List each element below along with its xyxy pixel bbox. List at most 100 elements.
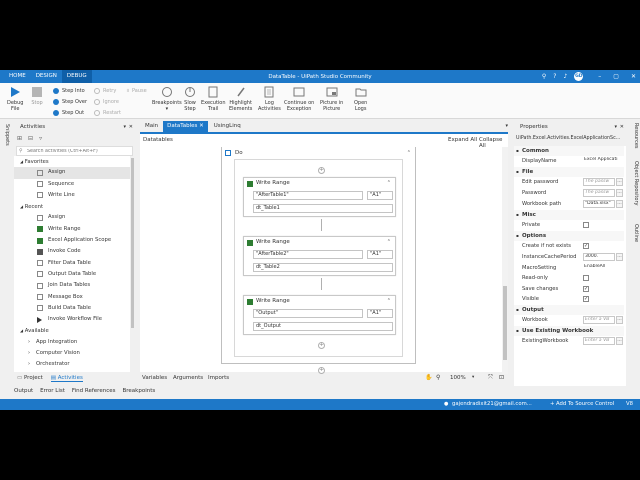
help-icon[interactable]: ? [553,73,556,80]
pin-icon[interactable]: ▾ [614,124,617,130]
recent-invoke-workflow-file[interactable]: Invoke Workflow File [14,314,130,325]
notification-icon[interactable]: ♪ [563,73,567,80]
restart-button[interactable]: Restart [94,108,121,118]
close-icon[interactable]: ✕ [199,123,204,129]
prop-value[interactable]: EnableAll [583,264,615,272]
tab-output[interactable]: Output [14,388,33,398]
tab-breakpoints[interactable]: Breakpoints [122,388,155,398]
log-activities-button[interactable]: Log Activities [258,86,281,112]
collapse-icon[interactable]: ⌃ [387,178,391,189]
canvas-scrollbar[interactable] [502,147,508,374]
status-user[interactable]: gajendradixit21@gmail.com... [452,399,532,410]
ellipsis-button[interactable]: … [616,253,623,262]
close-icon[interactable]: ✕ [620,124,624,130]
breadcrumb[interactable]: Datatables [143,137,173,143]
prop-existing-workbook[interactable]: ExistingWorkbook Enter a VB… [514,336,624,347]
recent-message-box[interactable]: Message Box [14,292,130,303]
prop-value[interactable]: "Data.xlsx" [583,200,615,209]
tab-find-references[interactable]: Find References [72,388,116,398]
start-cell-field[interactable]: "A1" [367,309,393,318]
private-checkbox[interactable] [583,222,589,229]
collapse-icon[interactable]: ⌃ [407,150,411,156]
object-repository-tab[interactable]: Object Repository [633,161,639,205]
fit-screen-icon[interactable]: ⤧ [488,374,493,382]
write-range-activity[interactable]: Write Range ⌃ "Output" "A1" dt_Output [243,295,396,335]
section-output[interactable]: ▪ Output [514,305,624,315]
sheet-name-field[interactable]: "AfterTable1" [253,191,363,200]
tab-home[interactable]: HOME [4,70,31,83]
add-to-source-control[interactable]: Add To Source Control [556,399,614,410]
group-recent[interactable]: ◢ Recent [14,201,130,212]
tab-imports[interactable]: Imports [208,375,229,381]
pin-icon[interactable]: ▾ [123,124,126,130]
filter-icon[interactable]: ⚲ [542,73,546,80]
group-available[interactable]: ◢ Available [14,325,130,336]
tab-variables[interactable]: Variables [142,375,167,381]
execution-trail-button[interactable]: Execution Trail [201,86,226,112]
search-input[interactable] [27,147,131,155]
favorite-sequence[interactable]: Sequence [14,179,130,190]
readonly-checkbox[interactable] [583,275,589,282]
ellipsis-button[interactable]: … [616,316,623,325]
breakpoints-button[interactable]: Breakpoints ▾ [152,86,182,112]
prop-private[interactable]: Private [514,220,624,231]
prop-read-only[interactable]: Read-only [514,273,624,284]
prop-display-name[interactable]: DisplayName Excel Applicati [514,156,624,167]
prop-save-changes[interactable]: Save changes ✓ [514,284,624,295]
available-computer-vision[interactable]: › Computer Vision [14,348,130,359]
chevron-down-icon[interactable]: ▾ [472,375,474,380]
section-options[interactable]: ▪ Options [514,231,624,241]
retry-button[interactable]: Retry [94,86,116,96]
step-out-button[interactable]: Step Out [53,108,84,118]
resources-tab[interactable]: Resources [633,123,639,149]
datatable-field[interactable]: dt_Table2 [253,263,393,272]
available-app-integration[interactable]: › App Integration [14,337,130,348]
prop-value[interactable]: Excel Applicati [583,157,623,165]
recent-output-data-table[interactable]: Output Data Table [14,269,130,280]
recent-build-data-table[interactable]: Build Data Table [14,303,130,314]
tab-debug[interactable]: DEBUG [61,70,92,83]
favorite-write-line[interactable]: Write Line [14,190,130,201]
snippets-tab[interactable]: Snippets [4,124,10,146]
recent-join-data-tables[interactable]: Join Data Tables [14,280,130,291]
ellipsis-button[interactable]: … [616,337,623,346]
prop-workbook-path[interactable]: Workbook path "Data.xlsx"… [514,199,624,210]
tab-usinglinq[interactable]: UsingLinq [208,121,247,132]
prop-workbook[interactable]: Workbook Enter a VB… [514,315,624,326]
prop-visible[interactable]: Visible ✓ [514,294,624,305]
close-icon[interactable]: ✕ [129,124,133,130]
zoom-level[interactable]: 100% [450,375,466,381]
section-common[interactable]: ▪ Common [514,146,624,156]
write-range-activity[interactable]: Write Range ⌃ "AfterTable1" "A1" dt_Table… [243,177,396,217]
tab-main[interactable]: Main [140,121,163,132]
tab-project[interactable]: ▭ Project [17,375,43,382]
section-file[interactable]: ▪ File [514,167,624,177]
maximize-icon[interactable]: ▢ [613,73,619,80]
tab-datatables[interactable]: DataTables ✕ [163,121,208,132]
start-cell-field[interactable]: "A1" [367,191,393,200]
minimize-icon[interactable]: – [598,73,601,80]
prop-value[interactable]: Enter a VB [583,337,615,346]
group-favorites[interactable]: ◢ Favorites [14,156,130,167]
prop-value[interactable]: The passw [583,178,615,187]
expand-icon[interactable]: ⊞ [17,135,22,144]
prop-value[interactable]: Enter a VB [583,316,615,325]
expand-all-link[interactable]: Expand All [448,137,477,143]
recent-write-range[interactable]: Write Range [14,224,130,235]
recent-filter-data-table[interactable]: Filter Data Table [14,258,130,269]
add-activity-button[interactable]: + [318,167,325,174]
ellipsis-button[interactable]: … [616,200,623,209]
picture-in-picture-button[interactable]: Picture in Picture [320,86,343,112]
favorite-assign[interactable]: Assign [14,167,130,179]
scrollbar-thumb[interactable] [503,286,507,360]
tab-arguments[interactable]: Arguments [173,375,203,381]
save-changes-checkbox[interactable]: ✓ [583,286,589,293]
collapse-icon[interactable]: ⌃ [387,237,391,248]
activities-search[interactable]: ⚲ [16,146,133,156]
collapse-icon[interactable]: ⊟ [28,135,33,144]
tab-error-list[interactable]: Error List [40,388,65,398]
recent-invoke-code[interactable]: Invoke Code [14,246,130,257]
search-icon[interactable]: ⚲ [436,374,440,381]
visible-checkbox[interactable]: ✓ [583,296,589,303]
available-orchestrator[interactable]: › Orchestrator [14,359,130,370]
